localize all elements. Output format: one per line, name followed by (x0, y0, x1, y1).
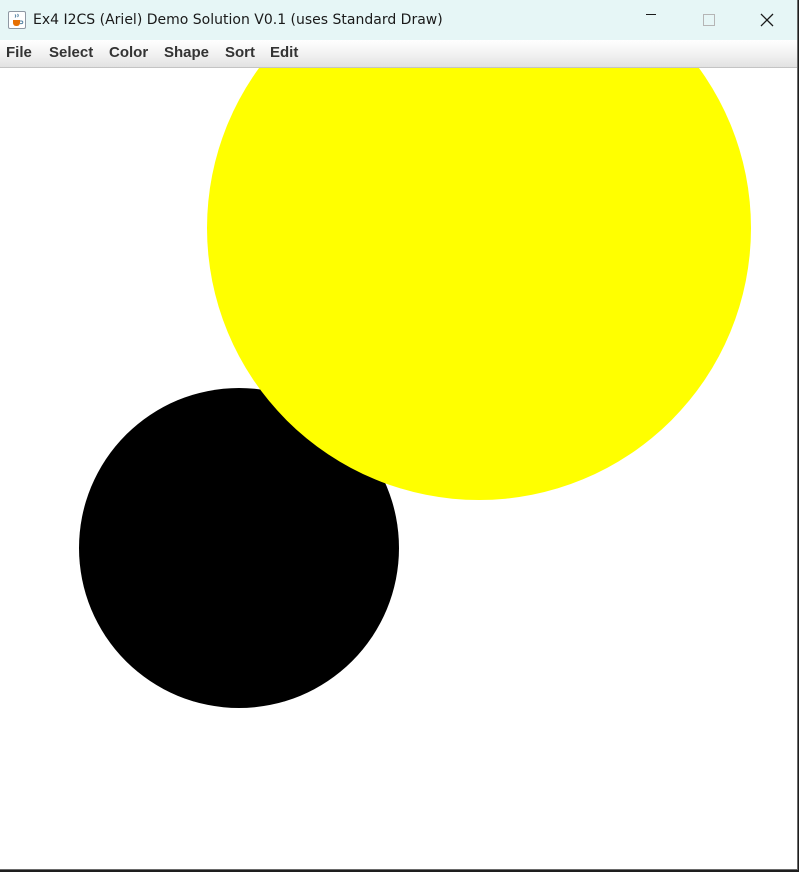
close-icon (760, 13, 774, 27)
menu-shape[interactable]: Shape (164, 44, 209, 62)
close-button[interactable] (738, 0, 796, 40)
menu-select[interactable]: Select (49, 44, 93, 62)
title-bar[interactable]: Ex4 I2CS (Ariel) Demo Solution V0.1 (use… (0, 0, 797, 40)
menu-edit[interactable]: Edit (270, 44, 298, 62)
maximize-button[interactable] (680, 0, 738, 40)
java-coffee-cup-icon[interactable] (8, 11, 26, 29)
menu-color[interactable]: Color (109, 44, 148, 62)
menu-bar: File Select Color Shape Sort Edit (0, 40, 797, 68)
window-title: Ex4 I2CS (Ariel) Demo Solution V0.1 (use… (33, 12, 443, 28)
shape-layer (79, 68, 751, 708)
minimize-button[interactable] (622, 0, 680, 40)
maximize-icon (703, 14, 715, 26)
menu-file[interactable]: File (6, 44, 32, 62)
app-window: Ex4 I2CS (Ariel) Demo Solution V0.1 (use… (0, 0, 798, 870)
menu-sort[interactable]: Sort (225, 44, 255, 62)
drawing-canvas[interactable] (0, 68, 797, 869)
minimize-icon (646, 14, 656, 15)
